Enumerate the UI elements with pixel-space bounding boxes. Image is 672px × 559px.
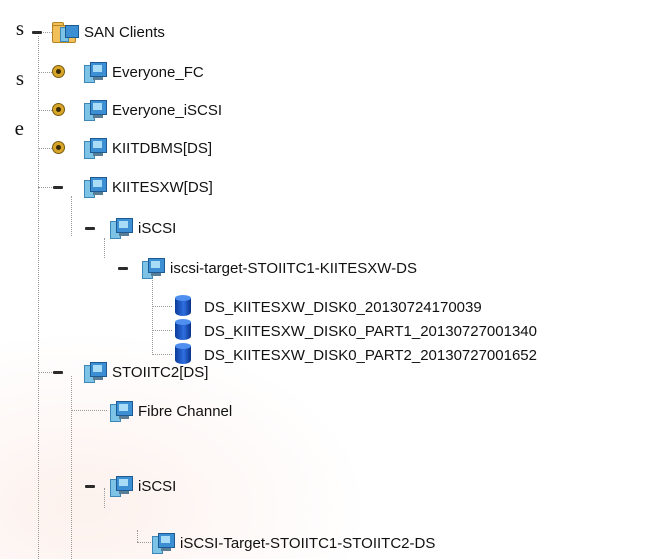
tree-node-label: STOIITC2[DS] — [112, 363, 209, 381]
tree-node-protocol[interactable]: iSCSI — [110, 215, 176, 241]
tree-connector — [104, 238, 105, 258]
tree-node-label: Everyone_FC — [112, 63, 204, 81]
doc-text-fragment: s — [15, 66, 24, 90]
tree-connector — [38, 36, 39, 559]
tree-connector — [71, 196, 72, 236]
disk-icon — [174, 319, 192, 343]
tree-node-disk[interactable]: DS_KIITESXW_DISK0_PART1_20130727001340 — [174, 318, 537, 344]
fibre-channel-icon — [110, 401, 133, 422]
san-client-icon — [84, 138, 107, 159]
san-client-icon — [84, 362, 107, 383]
tree-connector — [38, 372, 52, 373]
tree-node-label: Fibre Channel — [138, 402, 233, 420]
tree-node-client[interactable]: KIITESXW[DS] — [84, 174, 213, 200]
san-client-icon — [84, 100, 107, 121]
tree-node-label: DS_KIITESXW_DISK0_PART2_20130727001652 — [204, 346, 537, 364]
expand-toggle[interactable] — [52, 65, 65, 78]
collapse-toggle[interactable] — [31, 26, 43, 38]
tree-node-client[interactable]: Everyone_FC — [84, 59, 204, 85]
tree-node-client[interactable]: Everyone_iSCSI — [84, 97, 222, 123]
collapse-toggle[interactable] — [84, 222, 96, 234]
tree-node-protocol[interactable]: iSCSI — [110, 473, 176, 499]
iscsi-target-icon — [152, 533, 175, 554]
collapse-toggle[interactable] — [117, 262, 129, 274]
tree-node-client[interactable]: KIITDBMS[DS] — [84, 135, 212, 161]
tree-node-label: iscsi-target-STOIITC1-KIITESXW-DS — [170, 259, 417, 277]
expand-toggle[interactable] — [52, 141, 65, 154]
iscsi-protocol-icon — [110, 476, 133, 497]
tree-node-client[interactable]: STOIITC2[DS] — [84, 359, 208, 385]
collapse-toggle[interactable] — [84, 480, 96, 492]
iscsi-target-icon — [142, 258, 165, 279]
tree-node-label: Everyone_iSCSI — [112, 101, 223, 119]
tree-node-label: KIITDBMS[DS] — [112, 139, 213, 157]
san-clients-folder-icon — [52, 21, 79, 43]
tree-connector — [152, 277, 153, 355]
tree-connector — [38, 110, 52, 111]
tree-connector — [38, 148, 52, 149]
tree-node-label: iSCSI-Target-STOIITC1-STOIITC2-DS — [180, 534, 436, 552]
tree-node-protocol[interactable]: Fibre Channel — [110, 398, 232, 424]
tree-node-san-clients[interactable]: SAN Clients — [52, 19, 165, 45]
collapse-toggle[interactable] — [52, 181, 64, 193]
doc-text-fragment: e — [14, 116, 24, 140]
tree-node-disk[interactable]: DS_KIITESXW_DISK0_20130724170039 — [174, 294, 482, 320]
doc-text-fragment: s — [15, 16, 24, 40]
tree-node-label: iSCSI — [138, 219, 177, 237]
tree-connector — [71, 410, 107, 411]
tree-connector — [152, 330, 172, 331]
tree-connector — [38, 72, 52, 73]
collapse-toggle[interactable] — [52, 366, 64, 378]
tree-node-label: KIITESXW[DS] — [112, 178, 213, 196]
iscsi-protocol-icon — [110, 218, 133, 239]
tree-node-label: iSCSI — [138, 477, 177, 495]
tree-connector — [152, 354, 172, 355]
disk-icon — [174, 295, 192, 319]
tree-node-target[interactable]: iSCSI-Target-STOIITC1-STOIITC2-DS — [152, 530, 435, 556]
tree-node-disk[interactable]: DS_KIITESXW_DISK0_PART2_20130727001652 — [174, 342, 537, 368]
tree-connector — [137, 530, 138, 542]
san-client-icon — [84, 62, 107, 83]
san-tree-panel: s s e SAN Clients Everyone_FC Everyone_i… — [0, 0, 672, 559]
san-client-icon — [84, 177, 107, 198]
tree-node-label: SAN Clients — [84, 23, 165, 41]
tree-node-label: DS_KIITESXW_DISK0_PART1_20130727001340 — [204, 322, 537, 340]
tree-connector — [38, 187, 52, 188]
tree-connector — [152, 306, 172, 307]
tree-node-target[interactable]: iscsi-target-STOIITC1-KIITESXW-DS — [142, 255, 417, 281]
tree-connector — [137, 542, 151, 543]
tree-node-label: DS_KIITESXW_DISK0_20130724170039 — [204, 298, 482, 316]
tree-connector — [71, 376, 72, 559]
expand-toggle[interactable] — [52, 103, 65, 116]
tree-connector — [104, 488, 105, 508]
